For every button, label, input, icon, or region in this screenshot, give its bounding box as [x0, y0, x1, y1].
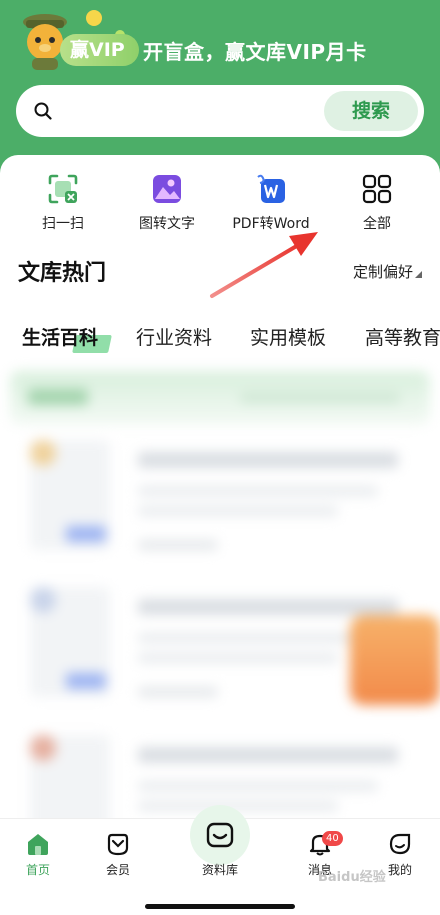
grid-icon: [362, 174, 392, 204]
tool-pdf-to-word[interactable]: PDF转Word: [216, 173, 326, 233]
floating-promo[interactable]: [350, 615, 440, 705]
triangle-icon: [415, 271, 422, 278]
tool-label: 扫一扫: [42, 216, 84, 232]
home-indicator[interactable]: [145, 904, 295, 909]
nav-label: 首页: [25, 863, 50, 877]
preference-label: 定制偏好: [352, 263, 413, 281]
nav-library[interactable]: [190, 805, 250, 865]
profile-icon: [389, 833, 411, 855]
nav-label: 资料库: [201, 863, 238, 877]
message-count-badge: 40: [322, 831, 343, 846]
member-icon: [107, 833, 129, 856]
tool-shortcuts: 扫一扫 图转文字 PDF转Word 全部: [0, 173, 440, 243]
top-header: 赢VIP 开盲盒，赢文库VIP月卡 搜索: [0, 0, 440, 160]
tool-label: PDF转Word: [232, 216, 310, 232]
tab-practical-templates[interactable]: 实用模板: [250, 323, 326, 350]
main-content: 扫一扫 图转文字 PDF转Word 全部 文库热门 定制偏好 生活百科 行业资料…: [0, 155, 440, 820]
tab-life-encyclopedia[interactable]: 生活百科: [22, 323, 98, 350]
tab-industry-materials[interactable]: 行业资料: [136, 323, 212, 350]
document-feed: [0, 365, 440, 820]
image-to-text-icon: [153, 175, 181, 203]
sparkle-icon: [86, 10, 102, 26]
search-input[interactable]: [64, 97, 324, 125]
tool-label: 全部: [363, 216, 391, 232]
watermark: Baidu经验: [318, 870, 386, 885]
list-item[interactable]: [20, 440, 420, 580]
scan-icon: [48, 174, 78, 204]
library-icon: [206, 822, 234, 848]
tab-higher-education[interactable]: 高等教育: [365, 323, 440, 350]
nav-home[interactable]: 首页: [8, 831, 68, 878]
category-tabs: 生活百科 行业资料 实用模板 高等教育: [0, 323, 440, 363]
feed-banner[interactable]: [10, 371, 430, 425]
tool-label: 图转文字: [139, 216, 195, 232]
section-title: 文库热门: [18, 261, 107, 286]
pdf-to-word-icon: [257, 174, 285, 203]
tool-image-to-text[interactable]: 图转文字: [112, 173, 222, 233]
nav-label: 会员: [105, 863, 130, 877]
search-bar[interactable]: 搜索: [16, 85, 424, 137]
nav-member[interactable]: 会员: [88, 831, 148, 878]
search-icon: [34, 102, 52, 120]
tool-scan[interactable]: 扫一扫: [8, 173, 118, 233]
vip-badge[interactable]: 赢VIP: [60, 34, 139, 66]
tool-all[interactable]: 全部: [322, 173, 432, 233]
promo-banner-text[interactable]: 开盲盒，赢文库VIP月卡: [143, 36, 367, 65]
home-icon: [28, 834, 48, 855]
preference-button[interactable]: 定制偏好: [353, 261, 422, 282]
search-button[interactable]: 搜索: [324, 91, 418, 131]
